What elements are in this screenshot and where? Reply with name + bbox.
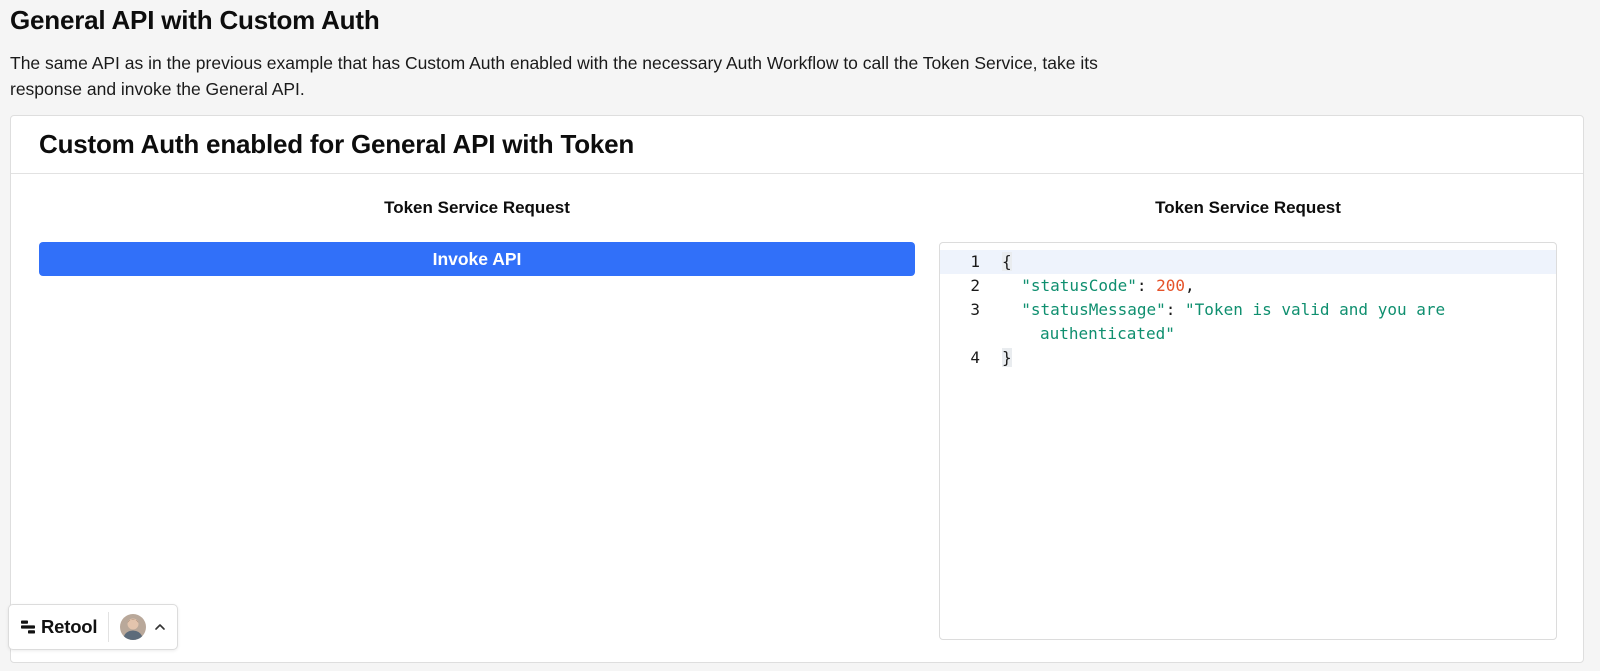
card-title: Custom Auth enabled for General API with… — [39, 129, 635, 159]
json-response-viewer[interactable]: 1 { 2 "statusCode": 200, 3 "statusMessag… — [939, 242, 1557, 640]
line-content: authenticated" — [1002, 322, 1556, 346]
code-line-3: 3 "statusMessage": "Token is valid and y… — [940, 298, 1556, 322]
custom-auth-card: Custom Auth enabled for General API with… — [10, 115, 1584, 663]
chevron-up-icon[interactable] — [153, 620, 167, 634]
json-comma: , — [1185, 276, 1195, 295]
invoke-api-button[interactable]: Invoke API — [39, 242, 915, 276]
page-description: The same API as in the previous example … — [10, 53, 1098, 99]
line-content: } — [1002, 346, 1556, 370]
retool-logo[interactable]: Retool — [9, 605, 98, 649]
code-line-2: 2 "statusCode": 200, — [940, 274, 1556, 298]
line-number: 1 — [970, 252, 980, 271]
line-content: { — [1002, 250, 1556, 274]
json-colon: : — [1165, 300, 1186, 319]
close-brace: } — [1002, 348, 1012, 367]
retool-logo-icon — [21, 620, 35, 634]
line-number: 4 — [970, 348, 980, 367]
json-key: "statusCode" — [1021, 276, 1137, 295]
line-number-blank — [940, 322, 1002, 346]
left-column-label: Token Service Request — [384, 198, 570, 217]
line-content: "statusMessage": "Token is valid and you… — [1002, 298, 1556, 322]
badge-divider — [108, 612, 110, 642]
code-line-1: 1 { — [940, 250, 1556, 274]
json-number: 200 — [1156, 276, 1186, 295]
line-number: 3 — [970, 300, 980, 319]
avatar[interactable] — [120, 614, 147, 640]
retool-badge: Retool — [8, 604, 178, 650]
right-column-label: Token Service Request — [1155, 198, 1341, 217]
retool-brand-text: Retool — [41, 616, 98, 637]
line-number: 2 — [970, 276, 980, 295]
json-key: "statusMessage" — [1021, 300, 1166, 319]
json-string: "Token is valid and you are — [1185, 300, 1446, 319]
json-string-continued: authenticated" — [1040, 324, 1175, 343]
code-line-4: 4 } — [940, 346, 1556, 370]
code-line-3-wrap: authenticated" — [940, 322, 1556, 346]
page-title: General API with Custom Auth — [10, 5, 380, 35]
json-colon: : — [1136, 276, 1157, 295]
user-avatar-icon — [120, 614, 147, 640]
open-brace: { — [1002, 252, 1012, 271]
card-header: Custom Auth enabled for General API with… — [11, 116, 1583, 174]
line-content: "statusCode": 200, — [1002, 274, 1556, 298]
